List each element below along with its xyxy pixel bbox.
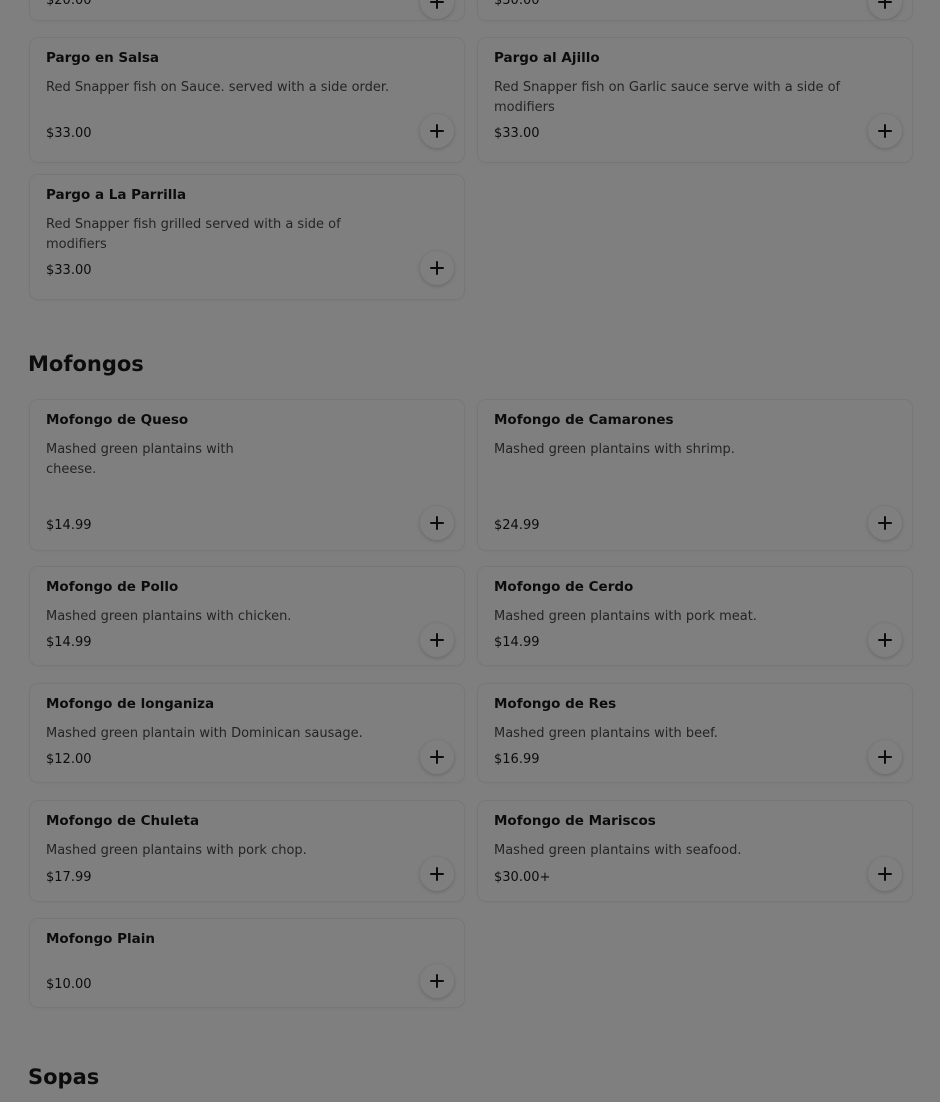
add-item-button[interactable] <box>868 623 902 657</box>
menu-item-card[interactable]: Mofongo de Mariscos Mashed green plantai… <box>478 801 912 901</box>
plus-icon <box>878 0 892 9</box>
add-item-button[interactable] <box>868 506 902 540</box>
item-name: Mofongo de Res <box>494 696 617 712</box>
menu-item-card[interactable]: Pargo al Ajillo Red Snapper fish on Garl… <box>478 38 912 162</box>
menu-item-card[interactable]: Pargo en Salsa Red Snapper fish on Sauce… <box>30 38 464 162</box>
menu-item-card[interactable]: Mofongo de Cerdo Mashed green plantains … <box>478 567 912 665</box>
item-description: Mashed green plantain with Dominican sau… <box>46 726 363 741</box>
item-price: $24.99 <box>494 518 540 533</box>
item-description: Mashed green plantains with cheese. <box>46 442 234 477</box>
plus-icon <box>430 0 444 9</box>
plus-icon <box>430 974 444 988</box>
item-name: Pargo a La Parrilla <box>46 187 187 203</box>
item-description: Mashed green plantains with shrimp. <box>494 442 735 457</box>
add-item-button[interactable] <box>420 623 454 657</box>
item-description: Red Snapper fish on Sauce. served with a… <box>46 80 390 95</box>
plus-icon <box>878 750 892 764</box>
add-item-button[interactable] <box>420 857 454 891</box>
item-name: Mofongo de Pollo <box>46 579 179 595</box>
plus-icon <box>878 867 892 881</box>
add-item-button[interactable] <box>420 740 454 774</box>
item-description: Mashed green plantains with pork meat. <box>494 609 757 624</box>
item-price: $20.00 <box>46 0 92 8</box>
add-item-button[interactable] <box>868 0 902 19</box>
menu-item-card[interactable]: Mofongo Plain $10.00 <box>30 919 464 1007</box>
item-price: $33.00 <box>46 126 92 141</box>
add-item-button[interactable] <box>868 857 902 891</box>
item-description: Red Snapper fish grilled served with a s… <box>46 217 341 252</box>
item-price: $33.00 <box>46 263 92 278</box>
plus-icon <box>878 516 892 530</box>
section-title-mofongos: Mofongos <box>28 352 144 376</box>
menu-item-card[interactable]: $20.00 <box>30 0 464 20</box>
item-price: $30.00 <box>494 0 540 8</box>
menu-item-card[interactable]: Mofongo de longaniza Mashed green planta… <box>30 684 464 782</box>
plus-icon <box>430 867 444 881</box>
add-item-button[interactable] <box>420 0 454 19</box>
menu-item-card[interactable]: $30.00 <box>478 0 912 20</box>
menu-item-card[interactable]: Pargo a La Parrilla Red Snapper fish gri… <box>30 175 464 299</box>
add-item-button[interactable] <box>420 114 454 148</box>
plus-icon <box>430 516 444 530</box>
item-name: Mofongo de Mariscos <box>494 813 656 829</box>
item-description: Mashed green plantains with beef. <box>494 726 718 741</box>
add-item-button[interactable] <box>868 740 902 774</box>
item-price: $10.00 <box>46 977 92 992</box>
plus-icon <box>430 261 444 275</box>
section-title-sopas: Sopas <box>28 1065 100 1089</box>
add-item-button[interactable] <box>420 506 454 540</box>
item-name: Pargo en Salsa <box>46 50 160 66</box>
item-description: Red Snapper fish on Garlic sauce serve w… <box>494 80 841 115</box>
menu-page: $20.00 $30.00 Pargo en Salsa Red Snapper… <box>0 0 940 1102</box>
item-name: Mofongo de Cerdo <box>494 579 634 595</box>
item-price: $14.99 <box>46 635 92 650</box>
plus-icon <box>430 750 444 764</box>
add-item-button[interactable] <box>868 114 902 148</box>
item-name: Mofongo de Queso <box>46 412 189 428</box>
plus-icon <box>430 633 444 647</box>
item-price: $14.99 <box>494 635 540 650</box>
menu-item-card[interactable]: Mofongo de Res Mashed green plantains wi… <box>478 684 912 782</box>
item-price: $12.00 <box>46 752 92 767</box>
item-price: $33.00 <box>494 126 540 141</box>
item-name: Mofongo de longaniza <box>46 696 215 712</box>
menu-item-card[interactable]: Mofongo de Camarones Mashed green planta… <box>478 400 912 550</box>
item-description: Mashed green plantains with seafood. <box>494 843 742 858</box>
item-name: Mofongo de Chuleta <box>46 813 200 829</box>
item-description: Mashed green plantains with chicken. <box>46 609 292 624</box>
item-price: $14.99 <box>46 518 92 533</box>
item-name: Pargo al Ajillo <box>494 50 600 66</box>
menu-item-card[interactable]: Mofongo de Chuleta Mashed green plantain… <box>30 801 464 901</box>
add-item-button[interactable] <box>420 251 454 285</box>
item-name: Mofongo Plain <box>46 931 155 947</box>
item-name: Mofongo de Camarones <box>494 412 674 428</box>
item-price: $17.99 <box>46 870 92 885</box>
plus-icon <box>430 124 444 138</box>
item-description: Mashed green plantains with pork chop. <box>46 843 307 858</box>
item-price: $16.99 <box>494 752 540 767</box>
plus-icon <box>878 633 892 647</box>
plus-icon <box>878 124 892 138</box>
item-price: $30.00+ <box>494 870 551 885</box>
add-item-button[interactable] <box>420 964 454 998</box>
menu-item-card[interactable]: Mofongo de Pollo Mashed green plantains … <box>30 567 464 665</box>
menu-item-card[interactable]: Mofongo de Queso Mashed green plantains … <box>30 400 464 550</box>
